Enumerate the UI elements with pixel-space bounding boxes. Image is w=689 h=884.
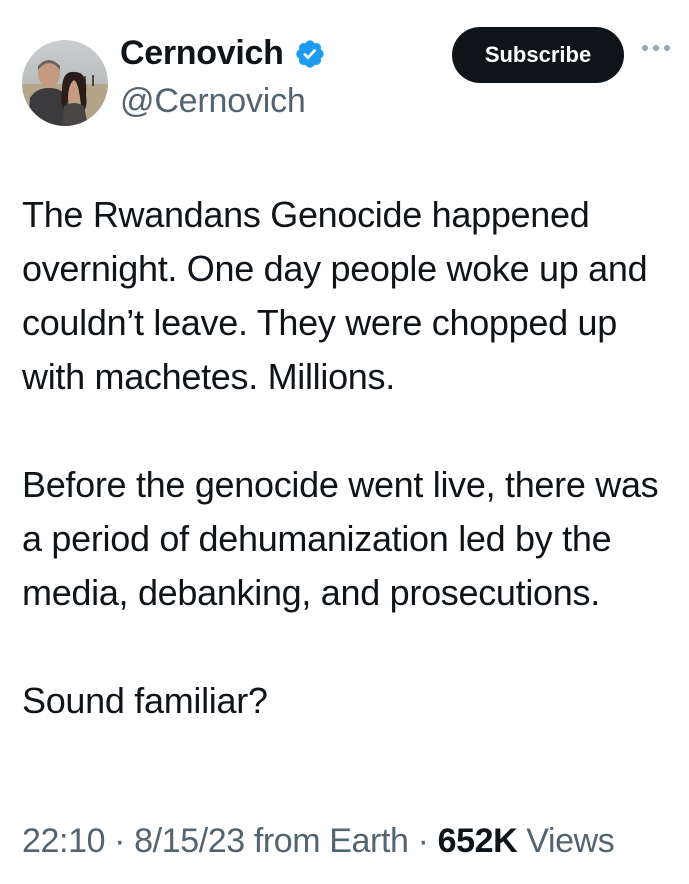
more-options-button[interactable] bbox=[636, 38, 676, 58]
user-handle[interactable]: @Cernovich bbox=[120, 82, 306, 121]
meta-separator: · bbox=[114, 822, 126, 860]
views-label: Views bbox=[526, 822, 615, 860]
more-options-icon bbox=[642, 45, 670, 51]
tweet-paragraph: Before the genocide went live, there was… bbox=[22, 464, 659, 613]
display-name[interactable]: Cernovich bbox=[120, 34, 284, 73]
tweet-source: from Earth bbox=[253, 822, 409, 860]
views-count[interactable]: 652K bbox=[438, 822, 518, 860]
tweet-paragraph: Sound familiar? bbox=[22, 680, 268, 721]
meta-separator: · bbox=[417, 822, 429, 860]
subscribe-button[interactable]: Subscribe bbox=[452, 27, 624, 83]
avatar[interactable] bbox=[22, 40, 108, 126]
tweet-meta: 22:10 · 8/15/23 from Earth · 652K Views bbox=[22, 822, 615, 861]
profile-photo-icon bbox=[22, 40, 108, 126]
tweet-text: The Rwandans Genocide happened overnight… bbox=[22, 188, 672, 728]
author-row: Cernovich bbox=[120, 34, 326, 73]
tweet-date[interactable]: 8/15/23 bbox=[134, 822, 245, 860]
tweet-paragraph: The Rwandans Genocide happened overnight… bbox=[22, 194, 648, 397]
tweet-card: Cernovich @Cernovich Subscribe The Rwand… bbox=[0, 0, 689, 884]
tweet-time[interactable]: 22:10 bbox=[22, 822, 105, 860]
verified-badge-icon bbox=[295, 39, 324, 68]
